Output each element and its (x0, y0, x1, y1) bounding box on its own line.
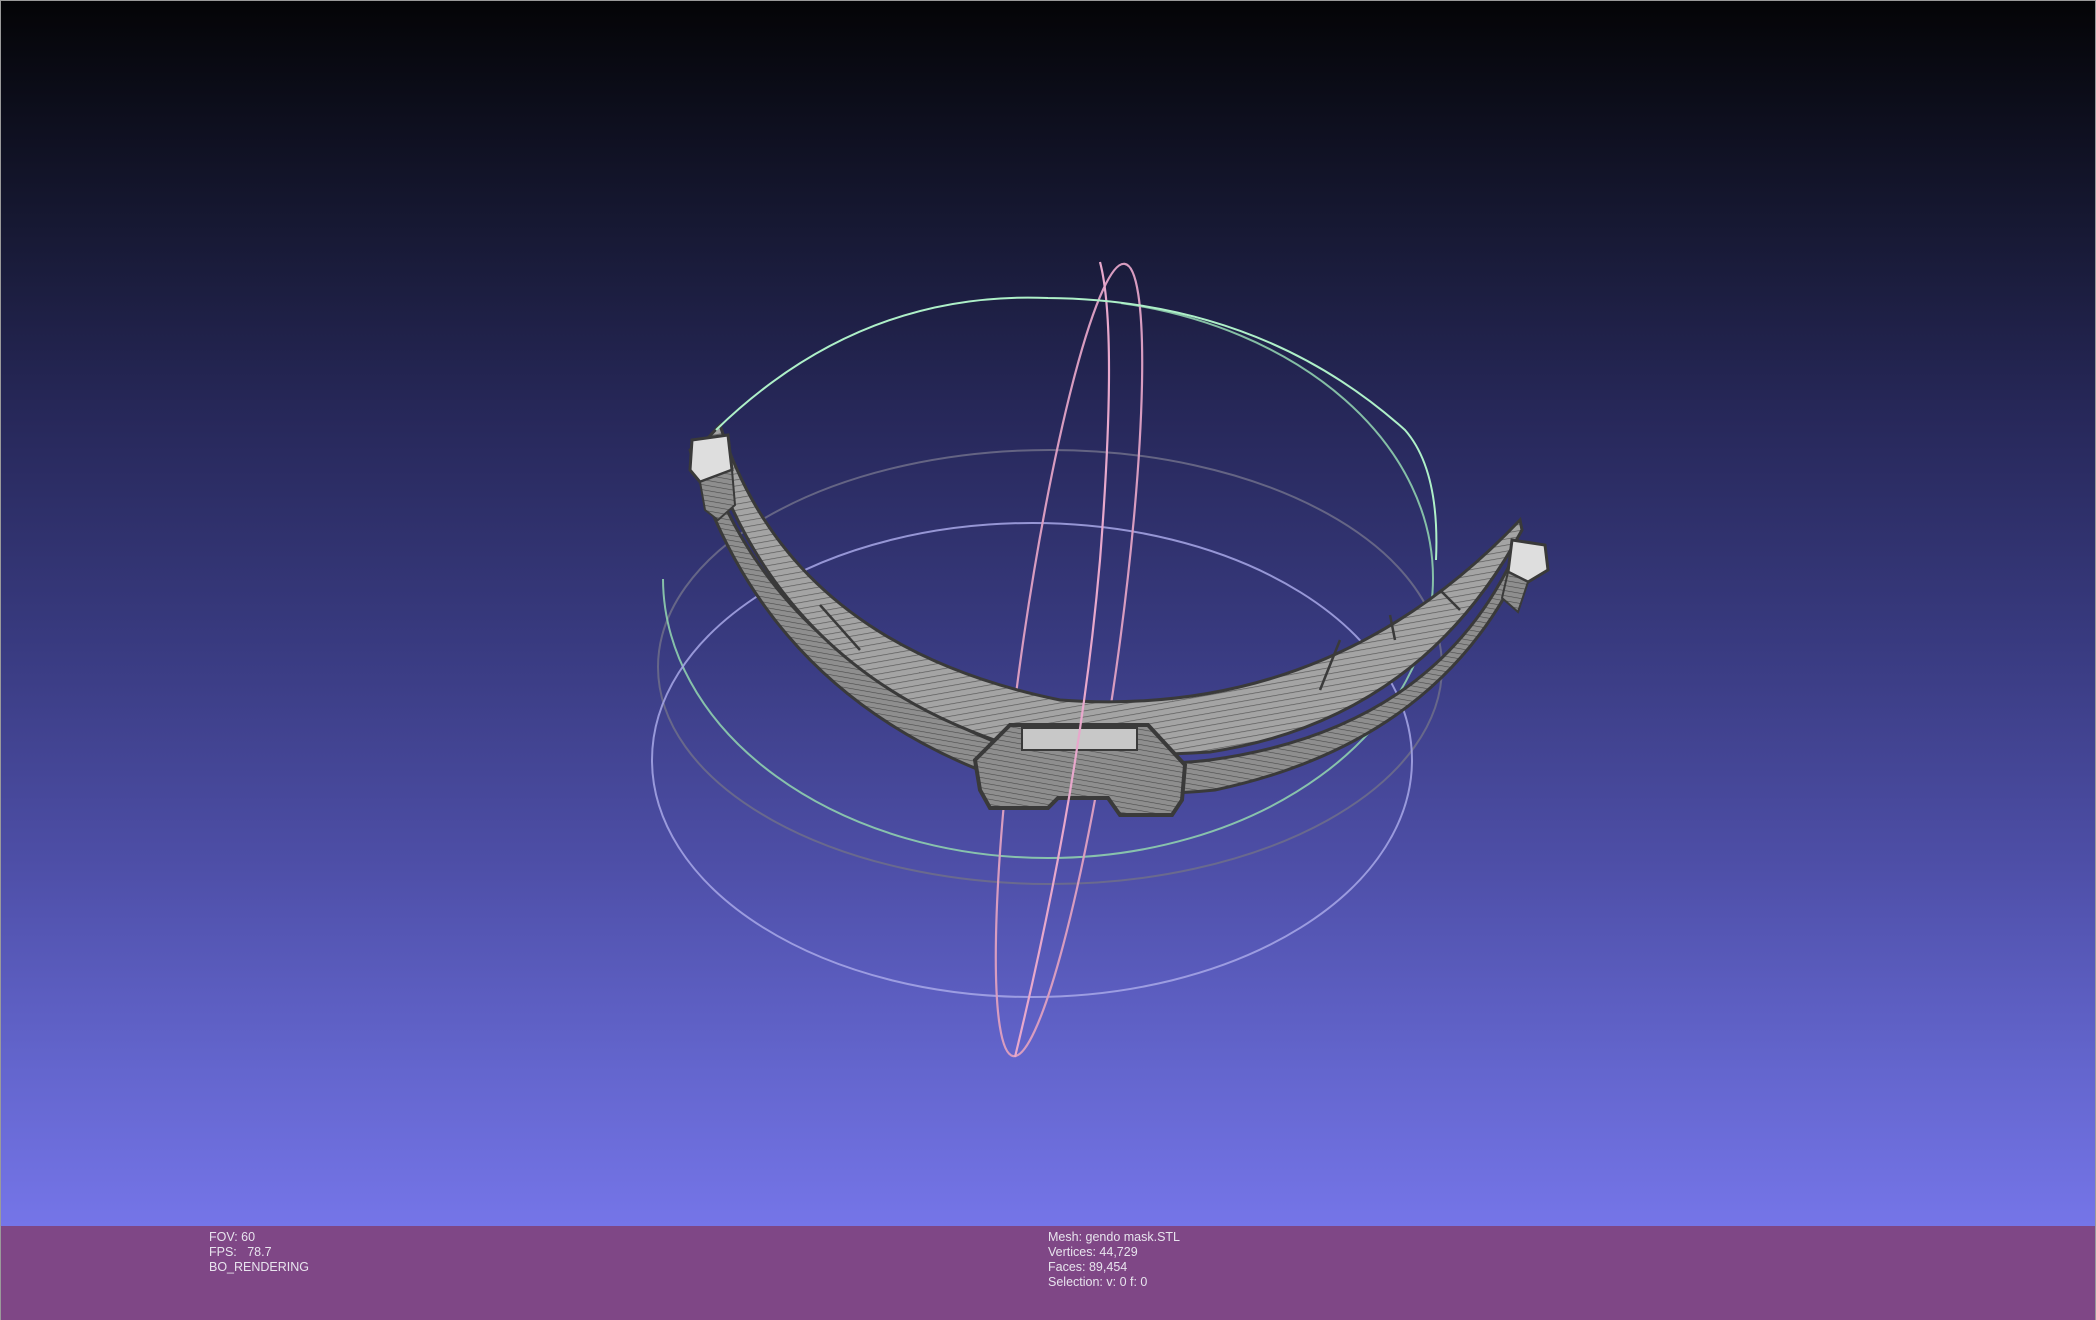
faces-label: Faces: 89,454 (1048, 1260, 1128, 1274)
mesh-arc[interactable] (688, 422, 1550, 817)
trackball-ring-x[interactable] (966, 257, 1172, 1063)
trackball-ring-y-front (715, 296, 1438, 561)
selection-label: Selection: v: 0 f: 0 (1048, 1275, 1148, 1289)
fps-label: FPS: 78.7 (209, 1245, 272, 1259)
3d-viewport[interactable] (0, 0, 2096, 1226)
scene-canvas[interactable] (0, 0, 2096, 1226)
status-bar: FOV: 60 FPS: 78.7 BO_RENDERING Mesh: gen… (0, 1226, 2096, 1320)
vertices-label: Vertices: 44,729 (1048, 1245, 1138, 1259)
frame-top-border (0, 0, 2096, 1)
trackball-ring-x-front (1013, 261, 1111, 1058)
mesh-info: Mesh: gendo mask.STL Vertices: 44,729 Fa… (1048, 1230, 1180, 1290)
render-mode-label: BO_RENDERING (209, 1260, 310, 1274)
mesh-name-label: Mesh: gendo mask.STL (1048, 1230, 1181, 1244)
render-info: FOV: 60 FPS: 78.7 BO_RENDERING (209, 1230, 309, 1275)
frame-left-border (0, 0, 1, 1320)
fov-label: FOV: 60 (209, 1230, 256, 1244)
